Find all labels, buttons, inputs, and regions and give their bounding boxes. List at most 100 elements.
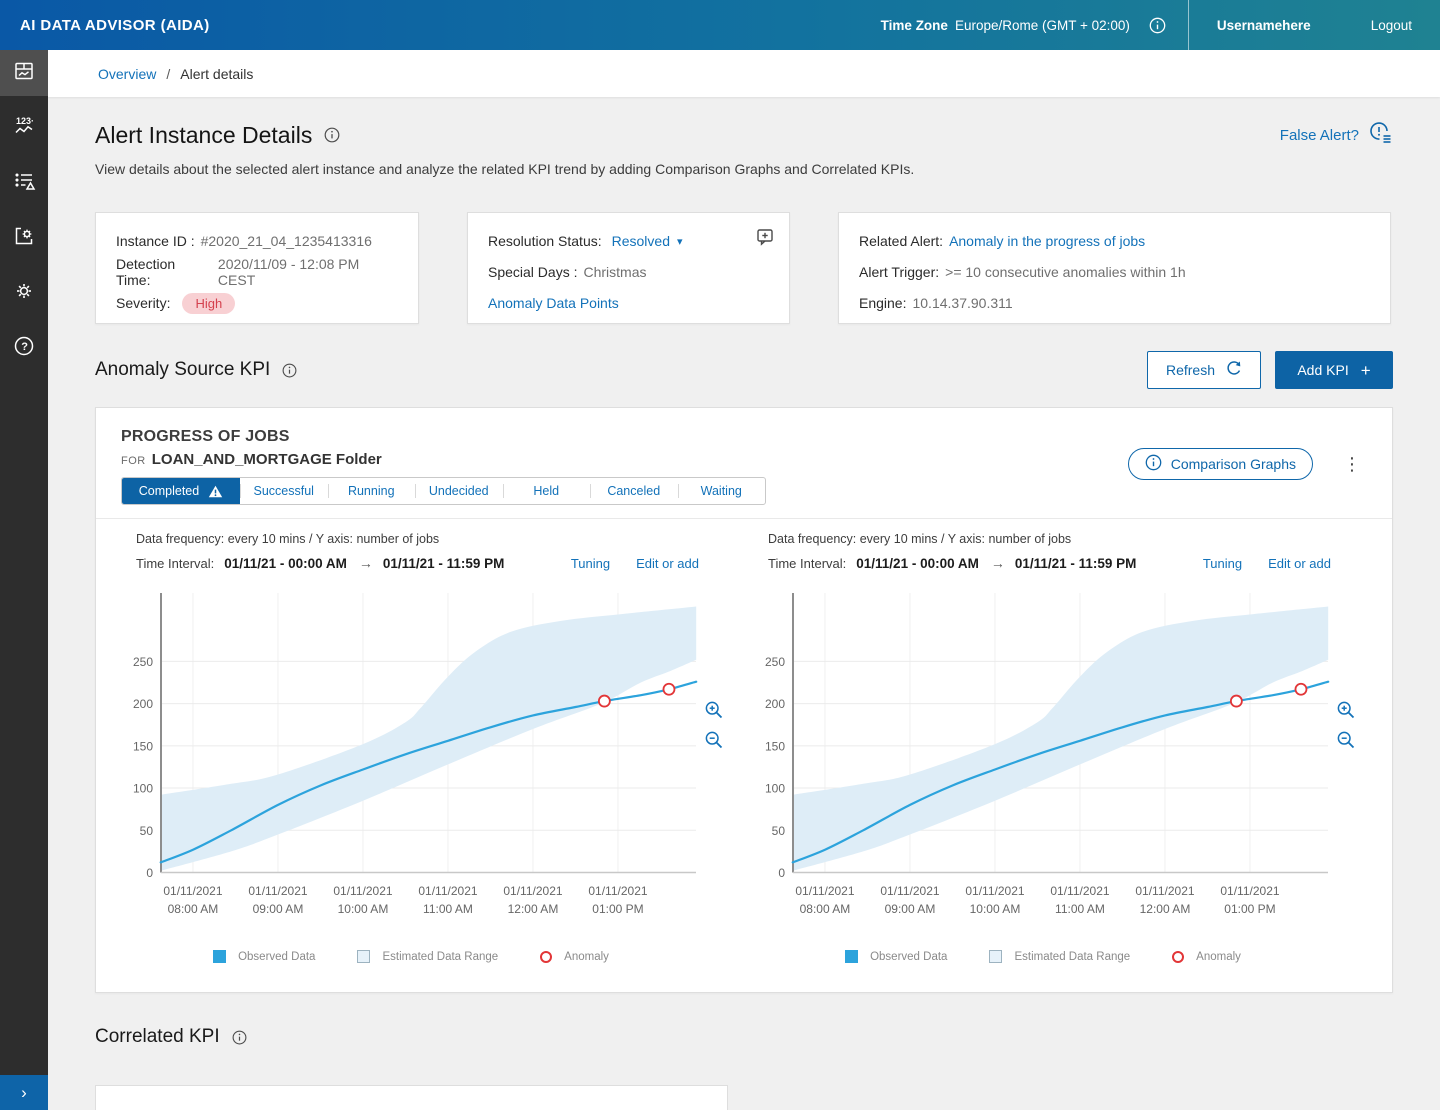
anomaly-source-kpi-info-icon[interactable] xyxy=(282,363,297,378)
legend-label: Anomaly xyxy=(564,951,609,963)
correlated-kpi-card xyxy=(95,1085,728,1110)
zoom-in-icon[interactable] xyxy=(704,700,724,720)
page-title-info-icon[interactable] xyxy=(324,127,340,143)
anomaly-point[interactable] xyxy=(663,684,674,695)
x-axis-tick-label: 01/11/202112:00 AM xyxy=(1135,884,1194,916)
timezone-info-icon[interactable] xyxy=(1149,17,1166,34)
tab-undecided[interactable]: Undecided xyxy=(415,478,503,504)
y-axis-tick-label: 200 xyxy=(765,697,785,711)
y-axis-tick-label: 0 xyxy=(146,866,153,880)
dashboard-icon xyxy=(12,59,36,88)
correlated-kpi-title: Correlated KPI xyxy=(95,1026,220,1048)
breadcrumb-overview-link[interactable]: Overview xyxy=(98,66,156,82)
x-axis-tick-label: 01/11/202112:00 AM xyxy=(503,884,562,916)
x-axis-tick-label: 01/11/202111:00 AM xyxy=(418,884,477,916)
kpi-chart-panel: Data frequency: every 10 mins / Y axis: … xyxy=(753,532,1365,963)
time-interval-label: Time Interval: xyxy=(768,556,846,571)
tab-successful[interactable]: Successful xyxy=(240,478,328,504)
kebab-menu-icon[interactable]: ⋮ xyxy=(1337,453,1367,475)
correlated-kpi-info-icon[interactable] xyxy=(232,1030,247,1045)
data-frequency-line: Data frequency: every 10 mins / Y axis: … xyxy=(121,532,733,548)
job-status-tabs: CompletedSuccessfulRunningUndecidedHeldC… xyxy=(121,477,766,505)
kpi-line-chart: 05010015020025001/11/202108:00 AM01/11/2… xyxy=(753,588,1333,928)
y-axis-tick-label: 50 xyxy=(772,824,786,838)
logout-button[interactable]: Logout xyxy=(1371,18,1440,33)
related-alert-link[interactable]: Anomaly in the progress of jobs xyxy=(949,233,1145,249)
anomaly-point[interactable] xyxy=(1295,684,1306,695)
sidebar-item-help[interactable]: ? xyxy=(0,325,48,371)
arrow-right-icon: → xyxy=(359,555,373,571)
breadcrumb-separator: / xyxy=(166,66,170,82)
zoom-in-icon[interactable] xyxy=(1336,700,1356,720)
x-axis-tick-label: 01/11/202108:00 AM xyxy=(163,884,222,916)
sidebar-item-kpi-config[interactable] xyxy=(0,215,48,261)
y-axis-tick-label: 50 xyxy=(140,824,154,838)
anomaly-source-kpi-title: Anomaly Source KPI xyxy=(95,359,270,381)
anomaly-point[interactable] xyxy=(1231,696,1242,707)
tab-held[interactable]: Held xyxy=(503,478,591,504)
engine-value: 10.14.37.90.311 xyxy=(912,295,1012,311)
anomaly-data-points-link[interactable]: Anomaly Data Points xyxy=(488,295,619,311)
kpi-chart-panel: Data frequency: every 10 mins / Y axis: … xyxy=(121,532,733,963)
zoom-out-icon[interactable] xyxy=(1336,730,1356,750)
anomaly-point[interactable] xyxy=(599,696,610,707)
svg-text:123·: 123· xyxy=(16,116,34,126)
timezone-label: Time Zone xyxy=(881,18,948,33)
username[interactable]: Usernamehere xyxy=(1189,18,1371,33)
sidebar-expand-button[interactable]: › xyxy=(0,1075,48,1110)
legend-label: Observed Data xyxy=(238,951,315,963)
zoom-out-icon[interactable] xyxy=(704,730,724,750)
y-axis-tick-label: 100 xyxy=(765,782,785,796)
observed-data-swatch xyxy=(845,950,858,963)
false-alert-label: False Alert? xyxy=(1280,127,1359,144)
y-axis-tick-label: 250 xyxy=(765,655,785,669)
tab-waiting[interactable]: Waiting xyxy=(678,478,766,504)
kpi-line-chart: 05010015020025001/11/202108:00 AM01/11/2… xyxy=(121,588,701,928)
breadcrumb: Overview / Alert details xyxy=(48,50,1440,97)
y-axis-tick-label: 150 xyxy=(133,739,153,753)
add-comment-icon[interactable] xyxy=(755,227,775,252)
resolution-status-dropdown[interactable]: Resolved ▾ xyxy=(612,233,683,249)
comparison-graphs-button[interactable]: Comparison Graphs xyxy=(1128,448,1313,480)
timezone-block: Time Zone Europe/Rome (GMT + 02:00) xyxy=(881,17,1188,34)
special-days-label: Special Days : xyxy=(488,264,577,280)
legend-label: Estimated Data Range xyxy=(382,951,498,963)
tuning-link[interactable]: Tuning xyxy=(1203,556,1242,571)
tab-canceled[interactable]: Canceled xyxy=(590,478,678,504)
related-alert-label: Related Alert: xyxy=(859,233,943,249)
resolution-status-label: Resolution Status: xyxy=(488,233,602,249)
charts-row: Data frequency: every 10 mins / Y axis: … xyxy=(121,519,1367,963)
refresh-icon xyxy=(1225,360,1242,380)
sidebar-item-alerts[interactable] xyxy=(0,160,48,206)
svg-text:?: ? xyxy=(21,341,28,353)
sidebar-item-kpis[interactable]: 123· xyxy=(0,105,48,151)
edit-or-add-link[interactable]: Edit or add xyxy=(1268,556,1331,571)
tab-running[interactable]: Running xyxy=(328,478,416,504)
sidebar-item-dashboard[interactable] xyxy=(0,50,48,96)
data-frequency-line: Data frequency: every 10 mins / Y axis: … xyxy=(753,532,1365,548)
plus-icon: + xyxy=(1361,362,1371,379)
add-kpi-button[interactable]: Add KPI + xyxy=(1275,351,1393,389)
sidebar-item-settings[interactable] xyxy=(0,270,48,316)
estimated-range-swatch xyxy=(357,950,370,963)
x-axis-tick-label: 01/11/202110:00 AM xyxy=(965,884,1024,916)
chevron-right-icon: › xyxy=(21,1083,27,1103)
timezone-value: Europe/Rome (GMT + 02:00) xyxy=(955,18,1130,33)
alert-list-icon xyxy=(12,169,36,198)
x-axis-tick-label: 01/11/202101:00 PM xyxy=(1220,884,1279,916)
time-interval-to: 01/11/21 - 11:59 PM xyxy=(1015,556,1137,571)
instance-details-card: Instance ID : #2020_21_04_1235413316 Det… xyxy=(95,212,419,324)
time-interval-label: Time Interval: xyxy=(136,556,214,571)
time-interval-from: 01/11/21 - 00:00 AM xyxy=(856,556,979,571)
estimated-range-band xyxy=(161,607,697,871)
x-axis-tick-label: 01/11/202101:00 PM xyxy=(588,884,647,916)
refresh-button[interactable]: Refresh xyxy=(1147,351,1261,389)
detection-time-label: Detection Time: xyxy=(116,256,212,288)
false-alert-button[interactable]: False Alert? xyxy=(1280,121,1393,149)
tuning-link[interactable]: Tuning xyxy=(571,556,610,571)
x-axis-tick-label: 01/11/202111:00 AM xyxy=(1050,884,1109,916)
tab-completed[interactable]: Completed xyxy=(122,478,240,504)
edit-or-add-link[interactable]: Edit or add xyxy=(636,556,699,571)
legend-label: Estimated Data Range xyxy=(1014,951,1130,963)
instance-id-label: Instance ID : xyxy=(116,233,195,249)
